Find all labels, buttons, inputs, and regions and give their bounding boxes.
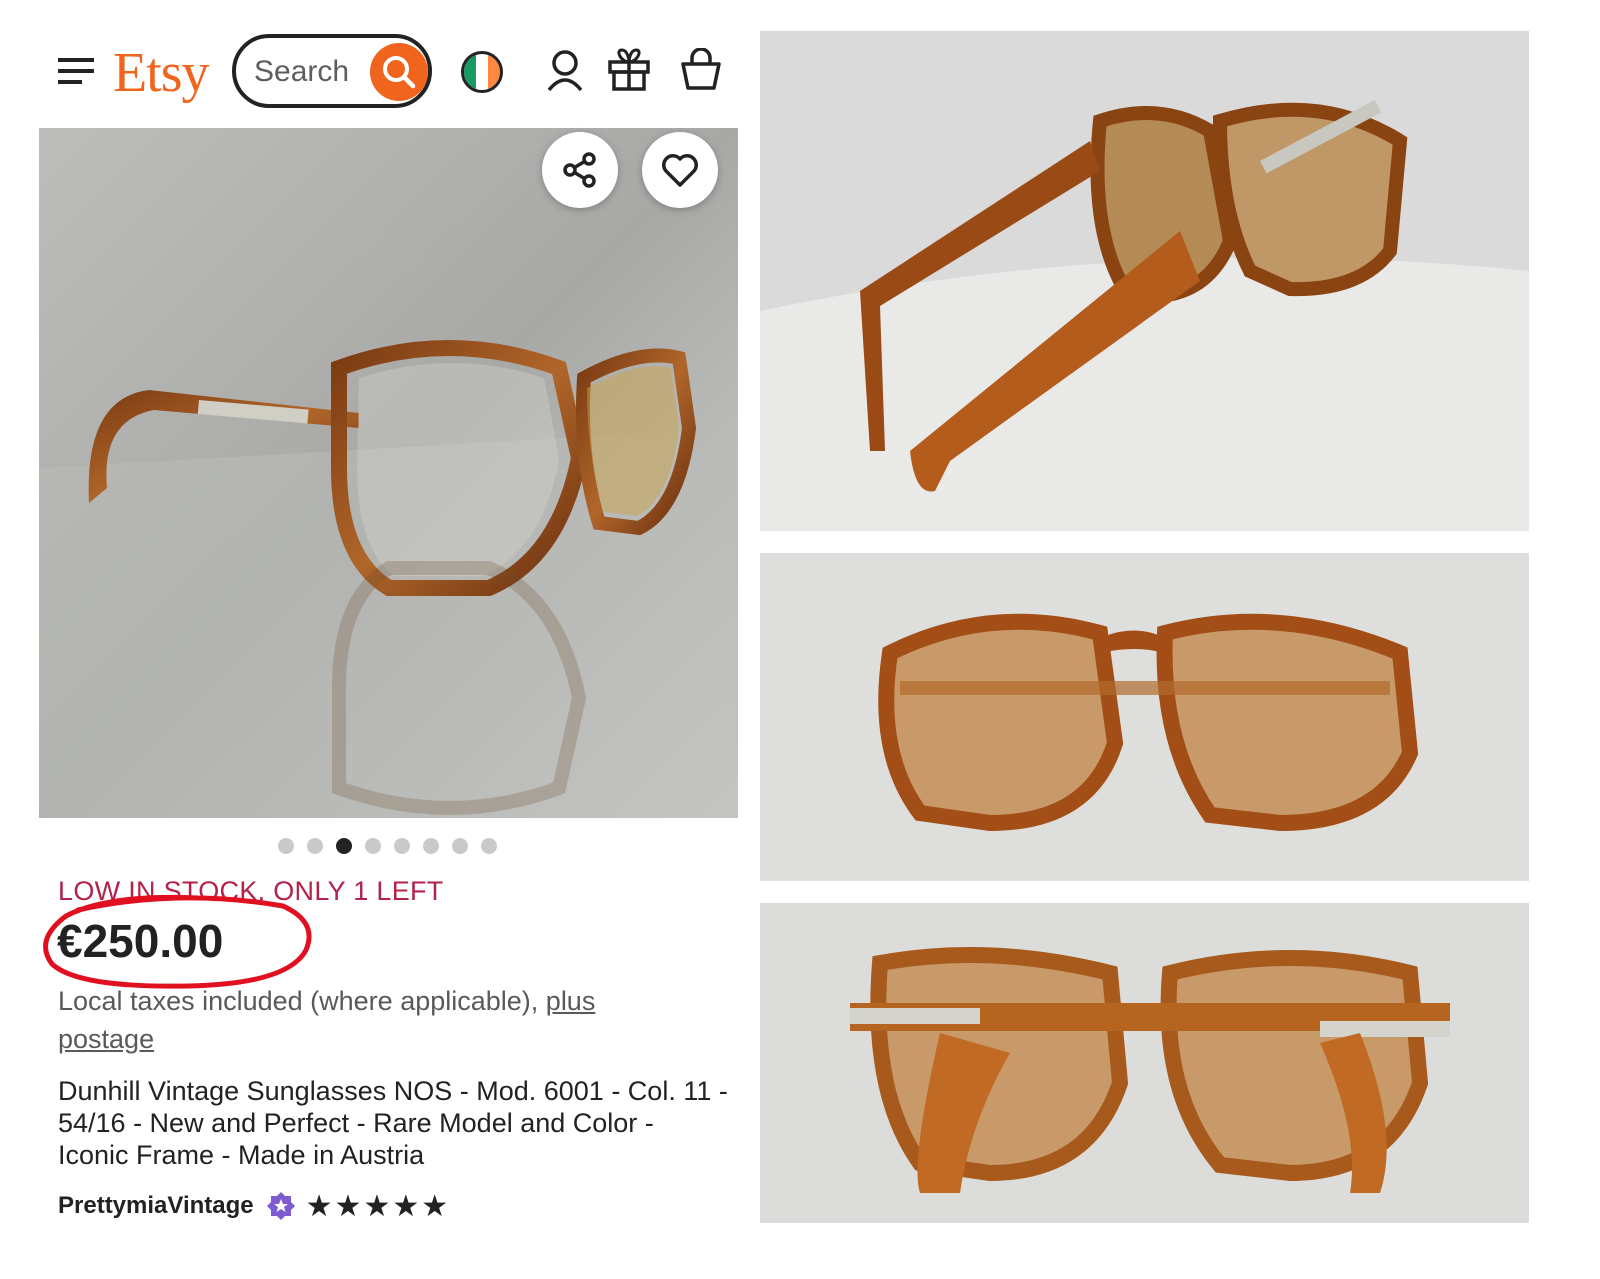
star-icon: ★ bbox=[421, 1189, 449, 1223]
carousel-dot[interactable] bbox=[481, 838, 497, 854]
listing-title: Dunhill Vintage Sunglasses NOS - Mod. 60… bbox=[58, 1076, 728, 1170]
star-seller-icon bbox=[266, 1192, 295, 1220]
carousel-dot[interactable] bbox=[452, 838, 468, 854]
main-product-image[interactable] bbox=[39, 128, 738, 818]
heart-icon bbox=[662, 154, 698, 187]
carousel-dots bbox=[278, 838, 497, 854]
tax-text: Local taxes included (where applicable), bbox=[58, 986, 539, 1016]
etsy-logo[interactable]: Etsy bbox=[113, 38, 210, 108]
search-icon bbox=[383, 56, 416, 89]
price: €250.00 bbox=[57, 915, 224, 967]
gift-icon[interactable] bbox=[607, 46, 651, 92]
product-photo-back-view[interactable] bbox=[760, 903, 1529, 1223]
stock-notice: LOW IN STOCK, ONLY 1 LEFT bbox=[58, 876, 444, 906]
search-button[interactable] bbox=[370, 43, 428, 101]
share-icon bbox=[563, 152, 596, 188]
star-icon: ★ bbox=[363, 1189, 391, 1223]
carousel-dot[interactable] bbox=[423, 838, 439, 854]
product-photo-front-view[interactable] bbox=[760, 553, 1529, 881]
seller-row: PrettymiaVintage ★ ★ ★ ★ ★ bbox=[58, 1188, 448, 1224]
product-photo-side-view[interactable] bbox=[760, 31, 1529, 531]
carousel-dot[interactable] bbox=[336, 838, 352, 854]
favorite-button[interactable] bbox=[642, 132, 718, 208]
basket-icon[interactable] bbox=[680, 48, 722, 92]
search-input[interactable] bbox=[254, 52, 364, 92]
rating-stars: ★ ★ ★ ★ ★ bbox=[306, 1189, 449, 1224]
seller-name[interactable]: PrettymiaVintage bbox=[58, 1192, 254, 1220]
carousel-dot[interactable] bbox=[278, 838, 294, 854]
ireland-flag-icon[interactable] bbox=[460, 50, 504, 94]
star-icon: ★ bbox=[334, 1189, 362, 1223]
tax-info: Local taxes included (where applicable),… bbox=[58, 982, 698, 1058]
carousel-dot[interactable] bbox=[365, 838, 381, 854]
star-icon: ★ bbox=[305, 1189, 333, 1223]
carousel-dot[interactable] bbox=[394, 838, 410, 854]
account-icon[interactable] bbox=[545, 48, 585, 94]
share-button[interactable] bbox=[542, 132, 618, 208]
menu-icon[interactable] bbox=[58, 56, 94, 86]
carousel-dot[interactable] bbox=[307, 838, 323, 854]
search-bar bbox=[232, 34, 432, 108]
star-icon: ★ bbox=[392, 1189, 420, 1223]
